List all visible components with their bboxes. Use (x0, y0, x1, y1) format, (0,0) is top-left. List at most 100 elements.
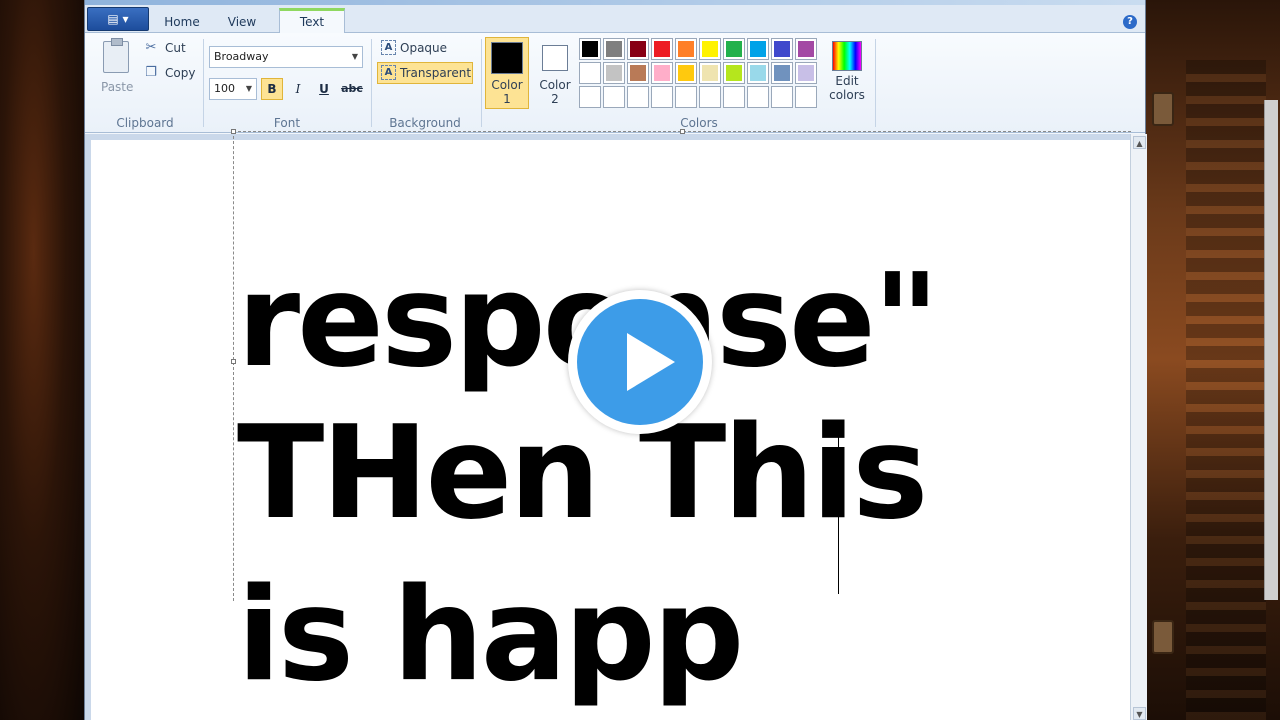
resize-handle[interactable] (231, 129, 236, 134)
color-spectrum-icon (832, 41, 862, 71)
ribbon-separator (203, 39, 204, 127)
palette-color-fill (652, 87, 672, 107)
play-icon (627, 333, 675, 391)
palette-color-fill (772, 87, 792, 107)
help-icon[interactable]: ? (1123, 15, 1137, 29)
ribbon-separator (875, 39, 876, 127)
chevron-down-icon: ▼ (351, 52, 358, 61)
underline-button[interactable]: U (313, 78, 335, 100)
color1-label: Color (491, 78, 523, 92)
palette-color-swatch[interactable] (603, 62, 625, 84)
palette-color-swatch[interactable] (651, 86, 673, 108)
color2-button[interactable]: Color 2 (533, 37, 577, 109)
palette-color-swatch[interactable] (795, 38, 817, 60)
palette-color-swatch[interactable] (747, 62, 769, 84)
palette-color-swatch[interactable] (675, 62, 697, 84)
palette-color-swatch[interactable] (699, 38, 721, 60)
palette-color-swatch[interactable] (723, 62, 745, 84)
palette-color-fill (580, 87, 600, 107)
palette-color-swatch[interactable] (675, 38, 697, 60)
paste-icon[interactable] (103, 38, 129, 73)
palette-color-fill (700, 87, 720, 107)
palette-color-swatch[interactable] (627, 38, 649, 60)
copy-icon[interactable]: ❐ (143, 65, 159, 81)
palette-color-swatch[interactable] (795, 62, 817, 84)
palette-color-swatch[interactable] (651, 38, 673, 60)
app-menu-button[interactable]: ▤ ▾ (87, 7, 149, 31)
palette-color-swatch[interactable] (603, 38, 625, 60)
tab-home[interactable]: Home (157, 11, 207, 33)
palette-color-fill (748, 39, 768, 59)
palette-color-fill (748, 63, 768, 83)
transparent-label: Transparent (400, 66, 472, 80)
strikethrough-button[interactable]: abc (339, 78, 365, 100)
palette-color-swatch[interactable] (651, 62, 673, 84)
palette-color-swatch[interactable] (795, 86, 817, 108)
palette-color-fill (652, 63, 672, 83)
scroll-up-icon[interactable]: ▲ (1133, 136, 1146, 149)
opaque-icon: A (381, 40, 396, 55)
palette-color-swatch[interactable] (627, 86, 649, 108)
palette-color-swatch[interactable] (603, 86, 625, 108)
palette-color-fill (628, 63, 648, 83)
palette-color-fill (604, 87, 624, 107)
palette-color-fill (700, 63, 720, 83)
cut-icon[interactable]: ✂ (143, 40, 159, 56)
edit-colors-button[interactable]: Edit colors (823, 37, 871, 109)
palette-color-fill (676, 63, 696, 83)
font-family-value: Broadway (214, 50, 269, 63)
colors-group-label: Colors (680, 116, 718, 130)
palette-color-swatch[interactable] (675, 86, 697, 108)
palette-color-swatch[interactable] (771, 86, 793, 108)
palette-color-fill (796, 63, 816, 83)
resize-handle[interactable] (680, 129, 685, 134)
palette-color-fill (652, 39, 672, 59)
palette-color-fill (628, 87, 648, 107)
color2-label: Color (539, 78, 571, 92)
palette-color-fill (748, 87, 768, 107)
italic-button[interactable]: I (287, 78, 309, 100)
font-family-select[interactable]: Broadway ▼ (209, 46, 363, 68)
canvas-text-line-2: THen This (237, 399, 928, 548)
chevron-down-icon: ▼ (245, 84, 252, 93)
transparent-button[interactable]: A Transparent (377, 62, 473, 84)
color1-button[interactable]: Color 1 (485, 37, 529, 109)
opaque-button[interactable]: A Opaque (377, 37, 473, 59)
canvas-vertical-scrollbar[interactable]: ▲ ▼ (1130, 134, 1147, 720)
palette-color-fill (580, 39, 600, 59)
palette-color-swatch[interactable] (699, 86, 721, 108)
palette-color-fill (772, 39, 792, 59)
background-scrollbar (1264, 100, 1278, 600)
ribbon-separator (371, 39, 372, 127)
palette-color-swatch[interactable] (699, 62, 721, 84)
clipboard-group-label: Clipboard (116, 116, 174, 130)
palette-color-swatch[interactable] (747, 38, 769, 60)
bold-button[interactable]: B (261, 78, 283, 100)
copy-button[interactable]: Copy (165, 66, 195, 80)
palette-color-swatch[interactable] (747, 86, 769, 108)
scroll-down-icon[interactable]: ▼ (1133, 707, 1146, 720)
tab-text[interactable]: Text (279, 8, 345, 35)
palette-color-swatch[interactable] (771, 62, 793, 84)
palette-color-fill (676, 39, 696, 59)
color2-swatch (542, 45, 568, 71)
palette-color-fill (676, 87, 696, 107)
desktop-background-right (1146, 0, 1280, 720)
desktop-background-left (0, 0, 84, 720)
video-play-button[interactable] (568, 290, 712, 434)
resize-handle[interactable] (231, 359, 236, 364)
palette-color-swatch[interactable] (723, 86, 745, 108)
font-size-select[interactable]: 100 ▼ (209, 78, 257, 100)
cut-button[interactable]: Cut (165, 41, 186, 55)
palette-color-swatch[interactable] (723, 38, 745, 60)
door-hinge-top (1152, 92, 1174, 126)
palette-color-swatch[interactable] (579, 86, 601, 108)
paste-button[interactable]: Paste (101, 80, 133, 94)
palette-color-fill (604, 39, 624, 59)
palette-color-fill (796, 39, 816, 59)
palette-color-swatch[interactable] (627, 62, 649, 84)
palette-color-swatch[interactable] (771, 38, 793, 60)
palette-color-swatch[interactable] (579, 38, 601, 60)
tab-view[interactable]: View (217, 11, 267, 33)
palette-color-swatch[interactable] (579, 62, 601, 84)
